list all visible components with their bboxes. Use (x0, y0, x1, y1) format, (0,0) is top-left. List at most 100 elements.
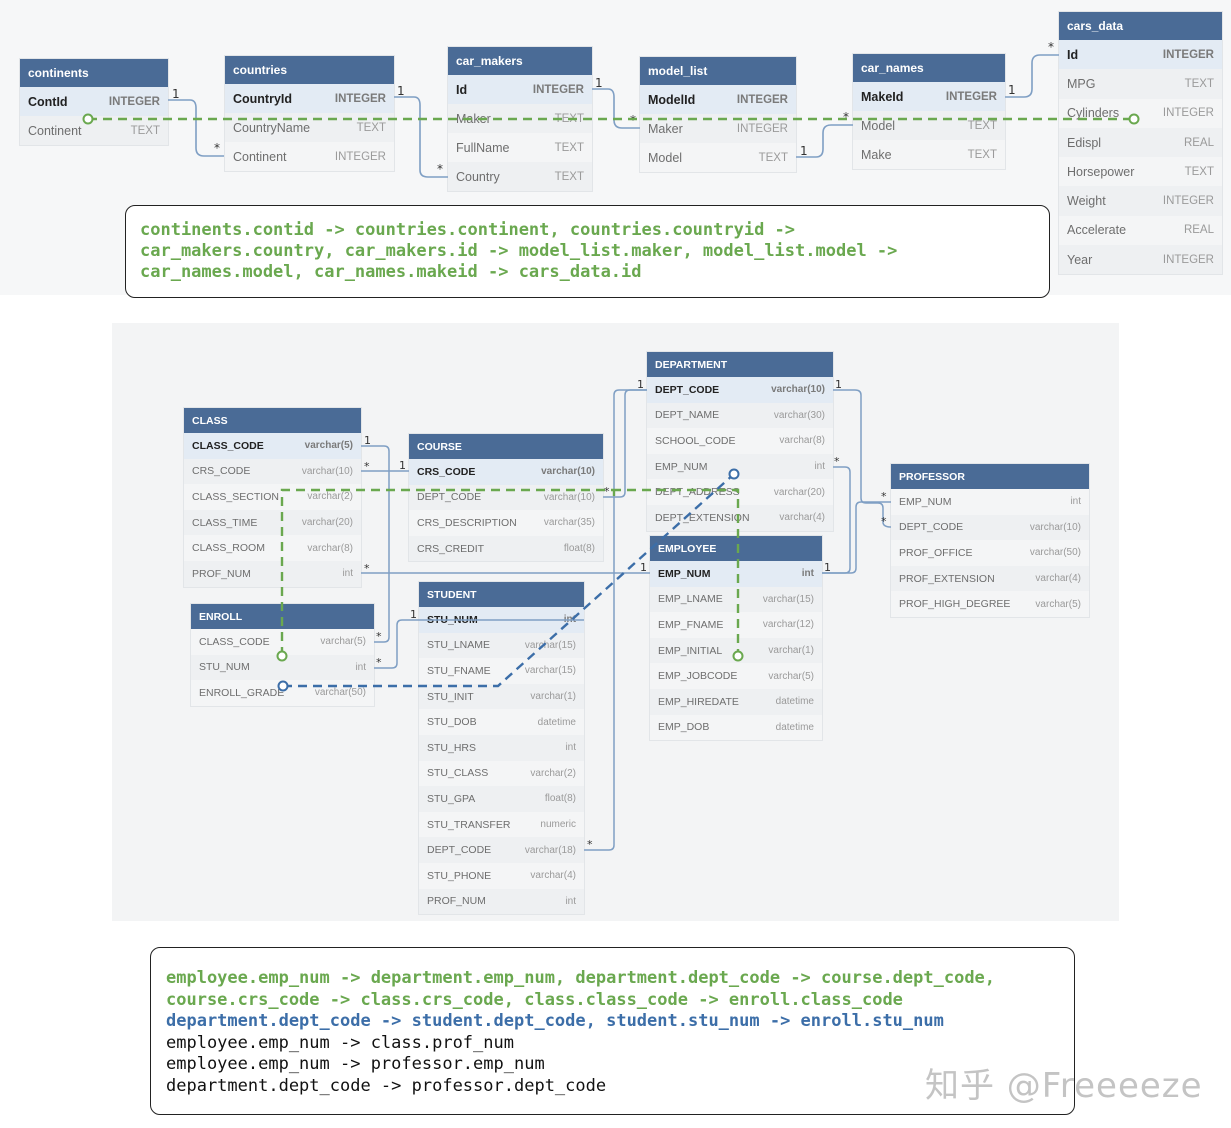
column-row[interactable]: PROF_NUM int (419, 889, 584, 915)
column-row[interactable]: PROF_NUM int (184, 561, 361, 587)
table-title[interactable]: car_names (853, 54, 1005, 82)
column-row[interactable]: PROF_HIGH_DEGREE varchar(5) (891, 591, 1089, 617)
column-row[interactable]: CLASS_ROOM varchar(8) (184, 535, 361, 561)
column-row[interactable]: ModelId INTEGER (640, 85, 796, 114)
column-row[interactable]: STU_HRS int (419, 735, 584, 761)
column-row[interactable]: Continent TEXT (20, 116, 168, 145)
column-row[interactable]: STU_FNAME varchar(15) (419, 658, 584, 684)
column-type: INTEGER (334, 150, 386, 163)
column-row[interactable]: CountryId INTEGER (225, 84, 394, 113)
table-title[interactable]: ENROLL (191, 604, 374, 629)
column-row[interactable]: Maker TEXT (448, 104, 592, 133)
column-row[interactable]: EMP_NUM int (891, 489, 1089, 515)
table-title[interactable]: EMPLOYEE (650, 536, 822, 561)
column-row[interactable]: Id INTEGER (448, 75, 592, 104)
table-title[interactable]: car_makers (448, 47, 592, 75)
column-row[interactable]: CRS_CODE varchar(10) (184, 459, 361, 485)
column-row[interactable]: EMP_FNAME varchar(12) (650, 612, 822, 638)
column-type: varchar(4) (779, 512, 825, 524)
column-row[interactable]: Model TEXT (853, 111, 1005, 140)
column-row[interactable]: CRS_DESCRIPTION varchar(35) (409, 510, 603, 536)
column-row[interactable]: DEPT_EXTENSION varchar(4) (647, 505, 833, 531)
column-type: varchar(20) (301, 517, 353, 529)
column-row[interactable]: DEPT_CODE varchar(10) (409, 485, 603, 511)
column-row[interactable]: STU_NUM int (191, 655, 374, 681)
column-row[interactable]: PROF_EXTENSION varchar(4) (891, 566, 1089, 592)
column-row[interactable]: EMP_NUM int (650, 561, 822, 587)
table-title[interactable]: CLASS (184, 408, 361, 433)
table-department[interactable]: DEPARTMENT DEPT_CODE varchar(10) DEPT_NAME v… (647, 352, 833, 531)
column-row[interactable]: STU_DOB datetime (419, 709, 584, 735)
column-row[interactable]: EMP_JOBCODE varchar(5) (650, 663, 822, 689)
column-row[interactable]: DEPT_CODE varchar(10) (647, 377, 833, 403)
column-type: INTEGER (1162, 107, 1214, 120)
table-enroll[interactable]: ENROLL CLASS_CODE varchar(5) STU_NUM int ENRO… (191, 604, 374, 706)
column-row[interactable]: Cylinders INTEGER (1059, 98, 1222, 128)
column-row[interactable]: DEPT_ADDRESS varchar(20) (647, 479, 833, 505)
table-cars-data[interactable]: cars_data Id INTEGER MPG TEXT Cylinders INTEGE… (1059, 12, 1222, 275)
column-row[interactable]: CountryName TEXT (225, 113, 394, 142)
column-row[interactable]: EMP_NUM int (647, 454, 833, 480)
column-row[interactable]: CLASS_TIME varchar(20) (184, 510, 361, 536)
table-title[interactable]: model_list (640, 57, 796, 85)
table-continents[interactable]: continents ContId INTEGER Continent TEXT (20, 59, 168, 145)
column-row[interactable]: Horsepower TEXT (1059, 157, 1222, 187)
column-row[interactable]: Year INTEGER (1059, 245, 1222, 274)
table-title[interactable]: continents (20, 59, 168, 87)
table-car-makers[interactable]: car_makers Id INTEGER Maker TEXT FullName TEXT… (448, 47, 592, 191)
column-row[interactable]: EMP_HIREDATE datetime (650, 689, 822, 715)
column-row[interactable]: ContId INTEGER (20, 87, 168, 116)
column-type: varchar(18) (524, 844, 576, 856)
column-row[interactable]: Country TEXT (448, 162, 592, 191)
table-class[interactable]: CLASS CLASS_CODE varchar(5) CRS_CODE varchar… (184, 408, 361, 587)
table-student[interactable]: STUDENT STU_NUM int STU_LNAME varchar(15) STU… (419, 582, 584, 915)
column-row[interactable]: Maker INTEGER (640, 114, 796, 143)
column-row[interactable]: STU_CLASS varchar(2) (419, 760, 584, 787)
table-car-names[interactable]: car_names MakeId INTEGER Model TEXT Make TEXT (853, 54, 1005, 169)
column-row[interactable]: Id INTEGER (1059, 40, 1222, 70)
column-row[interactable]: EMP_LNAME varchar(15) (650, 587, 822, 613)
table-model-list[interactable]: model_list ModelId INTEGER Maker INTEGER Mode… (640, 57, 796, 172)
column-row[interactable]: MPG TEXT (1059, 69, 1222, 98)
column-row[interactable]: Edispl REAL (1059, 128, 1222, 157)
column-row[interactable]: CLASS_CODE varchar(5) (184, 433, 361, 459)
column-row[interactable]: STU_GPA float(8) (419, 786, 584, 812)
column-row[interactable]: ENROLL_GRADE varchar(50) (191, 680, 374, 706)
column-row[interactable]: EMP_DOB datetime (650, 714, 822, 741)
column-row[interactable]: CLASS_CODE varchar(5) (191, 629, 374, 655)
table-professor[interactable]: PROFESSOR EMP_NUM int DEPT_CODE varchar(10) P… (891, 464, 1089, 617)
column-row[interactable]: MakeId INTEGER (853, 82, 1005, 111)
column-row[interactable]: STU_TRANSFER numeric (419, 811, 584, 838)
column-row[interactable]: STU_NUM int (419, 607, 584, 633)
column-row[interactable]: SCHOOL_CODE varchar(8) (647, 428, 833, 454)
column-name: EMP_NUM (658, 567, 711, 580)
column-row[interactable]: STU_INIT varchar(1) (419, 684, 584, 710)
table-employee[interactable]: EMPLOYEE EMP_NUM int EMP_LNAME varchar(15) EM… (650, 536, 822, 741)
column-row[interactable]: CRS_CREDIT float(8) (409, 536, 603, 562)
table-countries[interactable]: countries CountryId INTEGER CountryName TEXT… (225, 56, 394, 171)
column-row[interactable]: PROF_OFFICE varchar(50) (891, 540, 1089, 566)
column-row[interactable]: CRS_CODE varchar(10) (409, 459, 603, 485)
table-course[interactable]: COURSE CRS_CODE varchar(10) DEPT_CODE varcha… (409, 434, 603, 562)
column-name: EMP_DOB (658, 721, 710, 734)
column-row[interactable]: STU_PHONE varchar(4) (419, 862, 584, 889)
column-row[interactable]: FullName TEXT (448, 133, 592, 162)
column-row[interactable]: Continent INTEGER (225, 142, 394, 171)
column-row[interactable]: DEPT_NAME varchar(30) (647, 403, 833, 429)
table-title[interactable]: COURSE (409, 434, 603, 459)
column-row[interactable]: Accelerate REAL (1059, 215, 1222, 246)
table-title[interactable]: cars_data (1059, 12, 1222, 40)
column-row[interactable]: EMP_INITIAL varchar(1) (650, 638, 822, 664)
table-title[interactable]: countries (225, 56, 394, 84)
column-row[interactable]: DEPT_CODE varchar(18) (419, 837, 584, 863)
column-row[interactable]: Model TEXT (640, 143, 796, 172)
table-title[interactable]: PROFESSOR (891, 464, 1089, 489)
column-row[interactable]: Weight INTEGER (1059, 186, 1222, 215)
table-title[interactable]: DEPARTMENT (647, 352, 833, 377)
table-title[interactable]: STUDENT (419, 582, 584, 607)
column-row[interactable]: CLASS_SECTION varchar(2) (184, 484, 361, 510)
column-row[interactable]: Make TEXT (853, 140, 1005, 169)
column-row[interactable]: DEPT_CODE varchar(10) (891, 515, 1089, 541)
column-row[interactable]: STU_LNAME varchar(15) (419, 633, 584, 659)
column-name: MPG (1067, 76, 1096, 91)
